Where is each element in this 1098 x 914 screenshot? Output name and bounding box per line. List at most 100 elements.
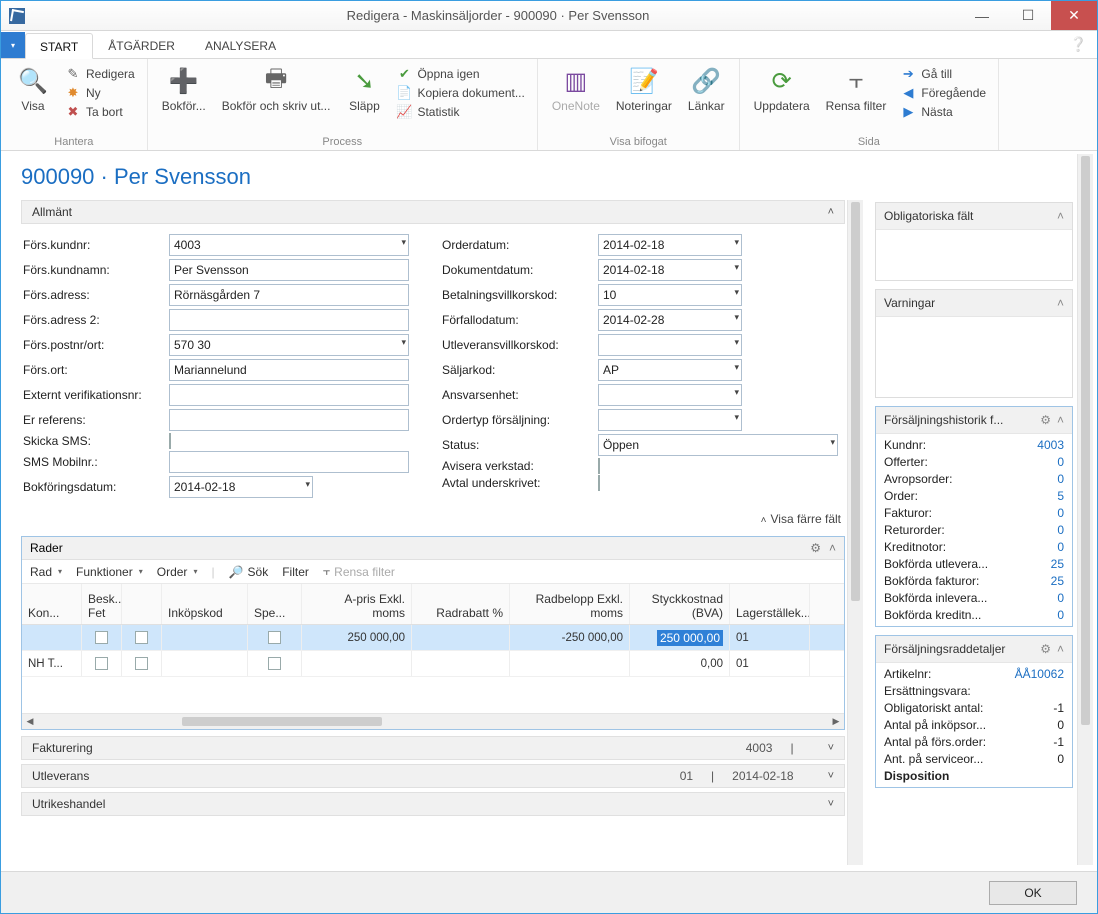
row1-chk3[interactable] [268, 631, 281, 644]
ribbon-noteringar[interactable]: 📝Noteringar [610, 63, 678, 115]
factbox-forsaljningshistorik[interactable]: Försäljningshistorik f...⚙˄ [876, 407, 1072, 434]
input-fors-kundnamn[interactable] [169, 259, 409, 281]
close-button[interactable]: ✕ [1051, 1, 1097, 30]
help-button[interactable]: ❔ [1070, 36, 1087, 53]
rader-header[interactable]: Rader ⚙˄ [22, 537, 844, 560]
ribbon-ny[interactable]: ✸Ny [61, 84, 139, 102]
input-dokumentdatum[interactable] [598, 259, 742, 281]
input-status[interactable] [598, 434, 838, 456]
scrollbar-thumb[interactable] [851, 202, 860, 601]
dropdown-icon[interactable]: ▾ [734, 337, 739, 348]
ribbon-bokfor[interactable]: ➕Bokför... [156, 63, 212, 115]
input-bokforingsdatum[interactable] [169, 476, 313, 498]
ribbon-tabort[interactable]: ✖Ta bort [61, 103, 139, 121]
ribbon-bokfor-skriv[interactable]: 🖶Bokför och skriv ut... [216, 63, 337, 115]
rader-row-2[interactable]: NH T... 0,00 01 [22, 651, 844, 677]
dropdown-icon[interactable]: ▾ [734, 362, 739, 373]
col-kon[interactable]: Kon... [22, 584, 82, 624]
dropdown-icon[interactable]: ▾ [734, 412, 739, 423]
input-fors-kundnr[interactable] [169, 234, 409, 256]
input-fors-ort[interactable] [169, 359, 409, 381]
row2-chk3[interactable] [268, 657, 281, 670]
ok-button[interactable]: OK [989, 881, 1077, 905]
dropdown-icon[interactable]: ▾ [401, 337, 406, 348]
rader-tb-rad[interactable]: Rad▾ [30, 565, 62, 579]
row2-chk1[interactable] [95, 657, 108, 670]
input-utlevvillkor[interactable] [598, 334, 742, 356]
input-saljarkod[interactable] [598, 359, 742, 381]
col-besk[interactable]: Besk...Fet [82, 584, 122, 624]
gear-icon[interactable]: ⚙ [1040, 642, 1051, 656]
ribbon-lankar[interactable]: 🔗Länkar [682, 63, 731, 115]
maximize-button[interactable]: ☐ [1005, 1, 1051, 30]
col-blank[interactable] [122, 584, 162, 624]
factbox-hist-row[interactable]: Kreditnotor:0 [884, 540, 1064, 554]
gear-icon[interactable]: ⚙ [1040, 413, 1051, 427]
col-styckkostnad[interactable]: Styckkostnad(BVA) [630, 584, 730, 624]
input-ansvarsenhet[interactable] [598, 384, 742, 406]
ribbon-onenote[interactable]: ▥OneNote [546, 63, 606, 115]
input-fors-adress[interactable] [169, 284, 409, 306]
factbox-hist-row[interactable]: Fakturor:0 [884, 506, 1064, 520]
ribbon-rensa-filter[interactable]: ⫟Rensa filter [820, 63, 893, 115]
factbox-disposition[interactable]: Disposition [884, 769, 1064, 783]
checkbox-avisera-verkstad[interactable] [598, 458, 600, 474]
dropdown-icon[interactable]: ▾ [734, 262, 739, 273]
input-orderdatum[interactable] [598, 234, 742, 256]
ribbon-slapp[interactable]: ➘Släpp [340, 63, 388, 115]
checkbox-skicka-sms[interactable] [169, 433, 171, 449]
row2-chk2[interactable] [135, 657, 148, 670]
rader-row-1[interactable]: 250 000,00 -250 000,00 250 000,00 01 [22, 625, 844, 651]
main-vertical-scrollbar[interactable] [847, 200, 863, 865]
ribbon-gatill[interactable]: ➔Gå till [896, 65, 990, 83]
ribbon-visa[interactable]: 🔍 Visa [9, 63, 57, 115]
show-fewer-fields[interactable]: ˄Visa färre fält [21, 506, 845, 532]
factbox-hist-row[interactable]: Bokförda kreditn...0 [884, 608, 1064, 622]
rader-tb-order[interactable]: Order▾ [157, 565, 198, 579]
col-radbelopp[interactable]: Radbelopp Exkl.moms [510, 584, 630, 624]
input-fors-postnrort[interactable] [169, 334, 409, 356]
scroll-right-icon[interactable]: ▶ [828, 714, 844, 729]
checkbox-avtal-underskrivet[interactable] [598, 475, 600, 491]
tab-actions[interactable]: ÅTGÄRDER [93, 32, 190, 58]
factbox-hist-row[interactable]: Bokförda fakturor:25 [884, 574, 1064, 588]
rader-horizontal-scrollbar[interactable]: ◀ ▶ [22, 713, 844, 729]
ribbon-foregaende[interactable]: ◀Föregående [896, 84, 990, 102]
factbox-varningar[interactable]: Varningar˄ [876, 290, 1072, 317]
selected-cell-styckkostnad[interactable]: 250 000,00 [657, 630, 723, 646]
minimize-button[interactable]: — [959, 1, 1005, 30]
input-betvillkor[interactable] [598, 284, 742, 306]
rader-tb-funktioner[interactable]: Funktioner▾ [76, 565, 143, 579]
factbox-vertical-scrollbar[interactable] [1077, 154, 1093, 865]
factbox-raddetalj-row[interactable]: Artikelnr:ÅÅ10062 [884, 667, 1064, 681]
factbox-forsaljningsraddetaljer[interactable]: Försäljningsraddetaljer⚙˄ [876, 636, 1072, 663]
scroll-left-icon[interactable]: ◀ [22, 714, 38, 729]
factbox-hist-row[interactable]: Bokförda inlevera...0 [884, 591, 1064, 605]
input-ordertyp[interactable] [598, 409, 742, 431]
input-sms-mobilnr[interactable] [169, 451, 409, 473]
col-inkopskod[interactable]: Inköpskod [162, 584, 248, 624]
fasttab-utrikeshandel[interactable]: Utrikeshandel ˅ [21, 792, 845, 816]
fasttab-fakturering[interactable]: Fakturering 4003| ˅ [21, 736, 845, 760]
dropdown-icon[interactable]: ▾ [734, 287, 739, 298]
row1-chk1[interactable] [95, 631, 108, 644]
input-ext-ver[interactable] [169, 384, 409, 406]
factbox-hist-row[interactable]: Kundnr:4003 [884, 438, 1064, 452]
col-apris[interactable]: A-pris Exkl.moms [302, 584, 412, 624]
row1-chk2[interactable] [135, 631, 148, 644]
rader-tb-rensa[interactable]: ⫟Rensa filter [323, 564, 395, 579]
ribbon-uppdatera[interactable]: ⟳Uppdatera [748, 63, 816, 115]
scrollbar-thumb[interactable] [182, 717, 382, 726]
dropdown-icon[interactable]: ▾ [305, 479, 310, 490]
factbox-obligatoriska[interactable]: Obligatoriska fält˄ [876, 203, 1072, 230]
rader-tb-filter[interactable]: Filter [282, 565, 309, 579]
dropdown-icon[interactable]: ▾ [734, 237, 739, 248]
scrollbar-thumb[interactable] [1081, 156, 1090, 725]
file-tab[interactable]: ▾ [1, 32, 25, 58]
dropdown-icon[interactable]: ▾ [401, 237, 406, 248]
ribbon-statistik[interactable]: 📈Statistik [392, 103, 528, 121]
input-er-ref[interactable] [169, 409, 409, 431]
input-forfallodatum[interactable] [598, 309, 742, 331]
factbox-hist-row[interactable]: Avropsorder:0 [884, 472, 1064, 486]
ribbon-nasta[interactable]: ▶Nästa [896, 103, 990, 121]
